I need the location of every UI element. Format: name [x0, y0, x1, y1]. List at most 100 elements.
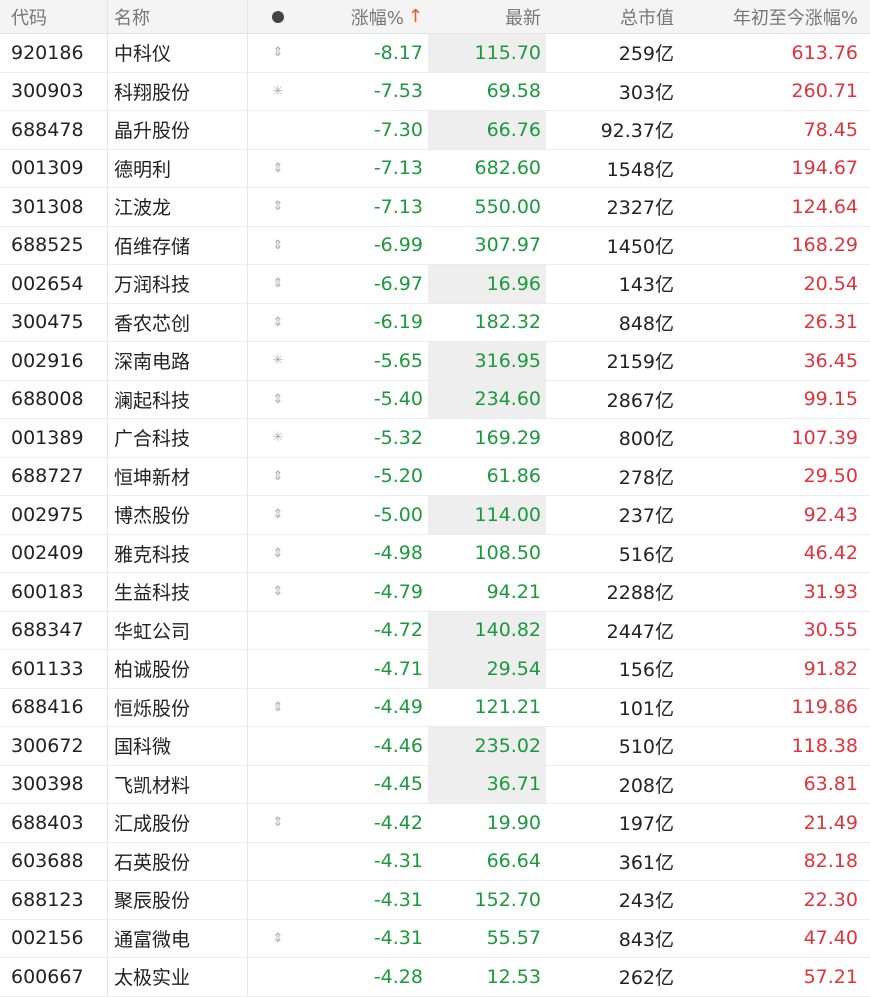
stock-name: 佰维存储	[108, 226, 248, 264]
stock-code: 300903	[0, 72, 108, 110]
stock-name: 雅克科技	[108, 534, 248, 572]
stock-name: 中科仪	[108, 34, 248, 72]
table-row[interactable]: 300475 香农芯创 ⇕ -6.19 182.32 848亿 26.31	[0, 303, 870, 342]
ytd-change: 30.55	[803, 619, 858, 642]
column-header-code[interactable]: 代码	[0, 0, 108, 33]
table-row[interactable]: 002156 通富微电 ⇕ -4.31 55.57 843亿 47.40	[0, 919, 870, 958]
table-row[interactable]: 002916 深南电路 ✳ -5.65 316.95 2159亿 36.45	[0, 342, 870, 381]
change-pct: -5.00	[373, 503, 423, 526]
last-price: 36.71	[428, 765, 546, 803]
table-row[interactable]: 688403 汇成股份 ⇕ -4.42 19.90 197亿 21.49	[0, 804, 870, 843]
ytd-change: 78.45	[803, 118, 858, 141]
change-pct: -4.45	[373, 773, 423, 796]
stock-code: 002654	[0, 265, 108, 303]
flag-cell	[248, 612, 308, 650]
stock-name: 华虹公司	[108, 611, 248, 649]
column-header-change-pct[interactable]: 涨幅% ↑	[308, 0, 428, 33]
flag-cell: ✳	[248, 419, 308, 457]
change-pct: -4.98	[373, 542, 423, 565]
flag-cell: ⇕	[248, 920, 308, 958]
stock-name: 万润科技	[108, 265, 248, 303]
market-cap: 197亿	[618, 813, 674, 836]
market-cap: 243亿	[618, 890, 674, 913]
table-row[interactable]: 300903 科翔股份 ✳ -7.53 69.58 303亿 260.71	[0, 72, 870, 111]
table-row[interactable]: 300672 国科微 -4.46 235.02 510亿 118.38	[0, 727, 870, 766]
arrow-icon: ⇕	[272, 237, 284, 253]
table-row[interactable]: 300398 飞凯材料 -4.45 36.71 208亿 63.81	[0, 765, 870, 804]
column-header-market-cap[interactable]: 总市值	[546, 0, 677, 33]
stock-code: 601133	[0, 650, 108, 688]
table-row[interactable]: 920186 中科仪 ⇕ -8.17 115.70 259亿 613.76	[0, 34, 870, 73]
table-row[interactable]: 601133 柏诚股份 -4.71 29.54 156亿 91.82	[0, 650, 870, 689]
table-row[interactable]: 688727 恒坤新材 ⇕ -5.20 61.86 278亿 29.50	[0, 457, 870, 496]
change-pct: -6.99	[373, 234, 423, 257]
ytd-change: 47.40	[803, 927, 858, 950]
flag-cell: ⇕	[248, 188, 308, 226]
change-pct: -6.97	[373, 272, 423, 295]
table-row[interactable]: 600183 生益科技 ⇕ -4.79 94.21 2288亿 31.93	[0, 573, 870, 612]
table-row[interactable]: 001309 德明利 ⇕ -7.13 682.60 1548亿 194.67	[0, 149, 870, 188]
stock-code: 688123	[0, 881, 108, 919]
table-row[interactable]: 688416 恒烁股份 ⇕ -4.49 121.21 101亿 119.86	[0, 688, 870, 727]
stock-code: 603688	[0, 842, 108, 880]
column-header-flag[interactable]	[248, 0, 308, 33]
arrow-icon: ⇕	[272, 199, 284, 215]
table-row[interactable]: 688008 澜起科技 ⇕ -5.40 234.60 2867亿 99.15	[0, 380, 870, 419]
market-cap: 2327亿	[606, 197, 674, 220]
table-row[interactable]: 688347 华虹公司 -4.72 140.82 2447亿 30.55	[0, 611, 870, 650]
stock-code: 688727	[0, 457, 108, 495]
flag-cell: ⇕	[248, 535, 308, 573]
market-cap: 303亿	[618, 81, 674, 104]
star-icon: ✳	[272, 353, 284, 369]
sort-ascending-icon: ↑	[407, 6, 423, 27]
table-row[interactable]: 301308 江波龙 ⇕ -7.13 550.00 2327亿 124.64	[0, 188, 870, 227]
ytd-change: 31.93	[803, 580, 858, 603]
stock-code: 300672	[0, 727, 108, 765]
arrow-icon: ⇕	[272, 507, 284, 523]
stock-code: 001309	[0, 149, 108, 187]
arrow-icon: ⇕	[272, 815, 284, 831]
flag-cell: ⇕	[248, 689, 308, 727]
last-price: 152.70	[474, 888, 541, 911]
table-row[interactable]: 600667 太极实业 -4.28 12.53 262亿 57.21	[0, 958, 870, 997]
stock-code: 002156	[0, 919, 108, 957]
column-header-last[interactable]: 最新	[428, 0, 546, 33]
stock-code: 001389	[0, 419, 108, 457]
change-pct: -4.31	[373, 850, 423, 873]
star-icon: ✳	[272, 430, 284, 446]
ytd-change: 119.86	[791, 696, 858, 719]
column-header-name[interactable]: 名称	[108, 0, 248, 33]
last-price: 66.64	[486, 850, 541, 873]
ytd-change: 91.82	[803, 657, 858, 680]
table-row[interactable]: 002975 博杰股份 ⇕ -5.00 114.00 237亿 92.43	[0, 496, 870, 535]
flag-cell: ⇕	[248, 34, 308, 72]
stock-name: 恒烁股份	[108, 688, 248, 726]
table-row[interactable]: 002409 雅克科技 ⇕ -4.98 108.50 516亿 46.42	[0, 534, 870, 573]
stock-code: 688403	[0, 804, 108, 842]
last-price: 140.82	[428, 611, 546, 649]
ytd-change: 26.31	[803, 311, 858, 334]
last-price: 121.21	[474, 696, 541, 719]
table-row[interactable]: 002654 万润科技 ⇕ -6.97 16.96 143亿 20.54	[0, 265, 870, 304]
last-price: 234.60	[428, 380, 546, 418]
stock-name: 博杰股份	[108, 496, 248, 534]
stock-name: 科翔股份	[108, 72, 248, 110]
stock-code: 688478	[0, 111, 108, 149]
table-row[interactable]: 001389 广合科技 ✳ -5.32 169.29 800亿 107.39	[0, 419, 870, 458]
last-price: 55.57	[486, 927, 541, 950]
table-row[interactable]: 688123 聚辰股份 -4.31 152.70 243亿 22.30	[0, 881, 870, 920]
column-header-ytd-change[interactable]: 年初至今涨幅%	[677, 0, 870, 33]
last-price: 29.54	[428, 650, 546, 688]
ytd-change: 46.42	[803, 542, 858, 565]
stock-name: 德明利	[108, 149, 248, 187]
change-pct: -7.13	[373, 195, 423, 218]
table-row[interactable]: 603688 石英股份 -4.31 66.64 361亿 82.18	[0, 842, 870, 881]
table-row[interactable]: 688478 晶升股份 -7.30 66.76 92.37亿 78.45	[0, 111, 870, 150]
table-row[interactable]: 688525 佰维存储 ⇕ -6.99 307.97 1450亿 168.29	[0, 226, 870, 265]
change-pct: -8.17	[373, 41, 423, 64]
star-icon: ✳	[272, 83, 284, 99]
flag-cell: ⇕	[248, 804, 308, 842]
flag-cell	[248, 958, 308, 996]
ytd-change: 57.21	[803, 965, 858, 988]
last-price: 169.29	[474, 426, 541, 449]
